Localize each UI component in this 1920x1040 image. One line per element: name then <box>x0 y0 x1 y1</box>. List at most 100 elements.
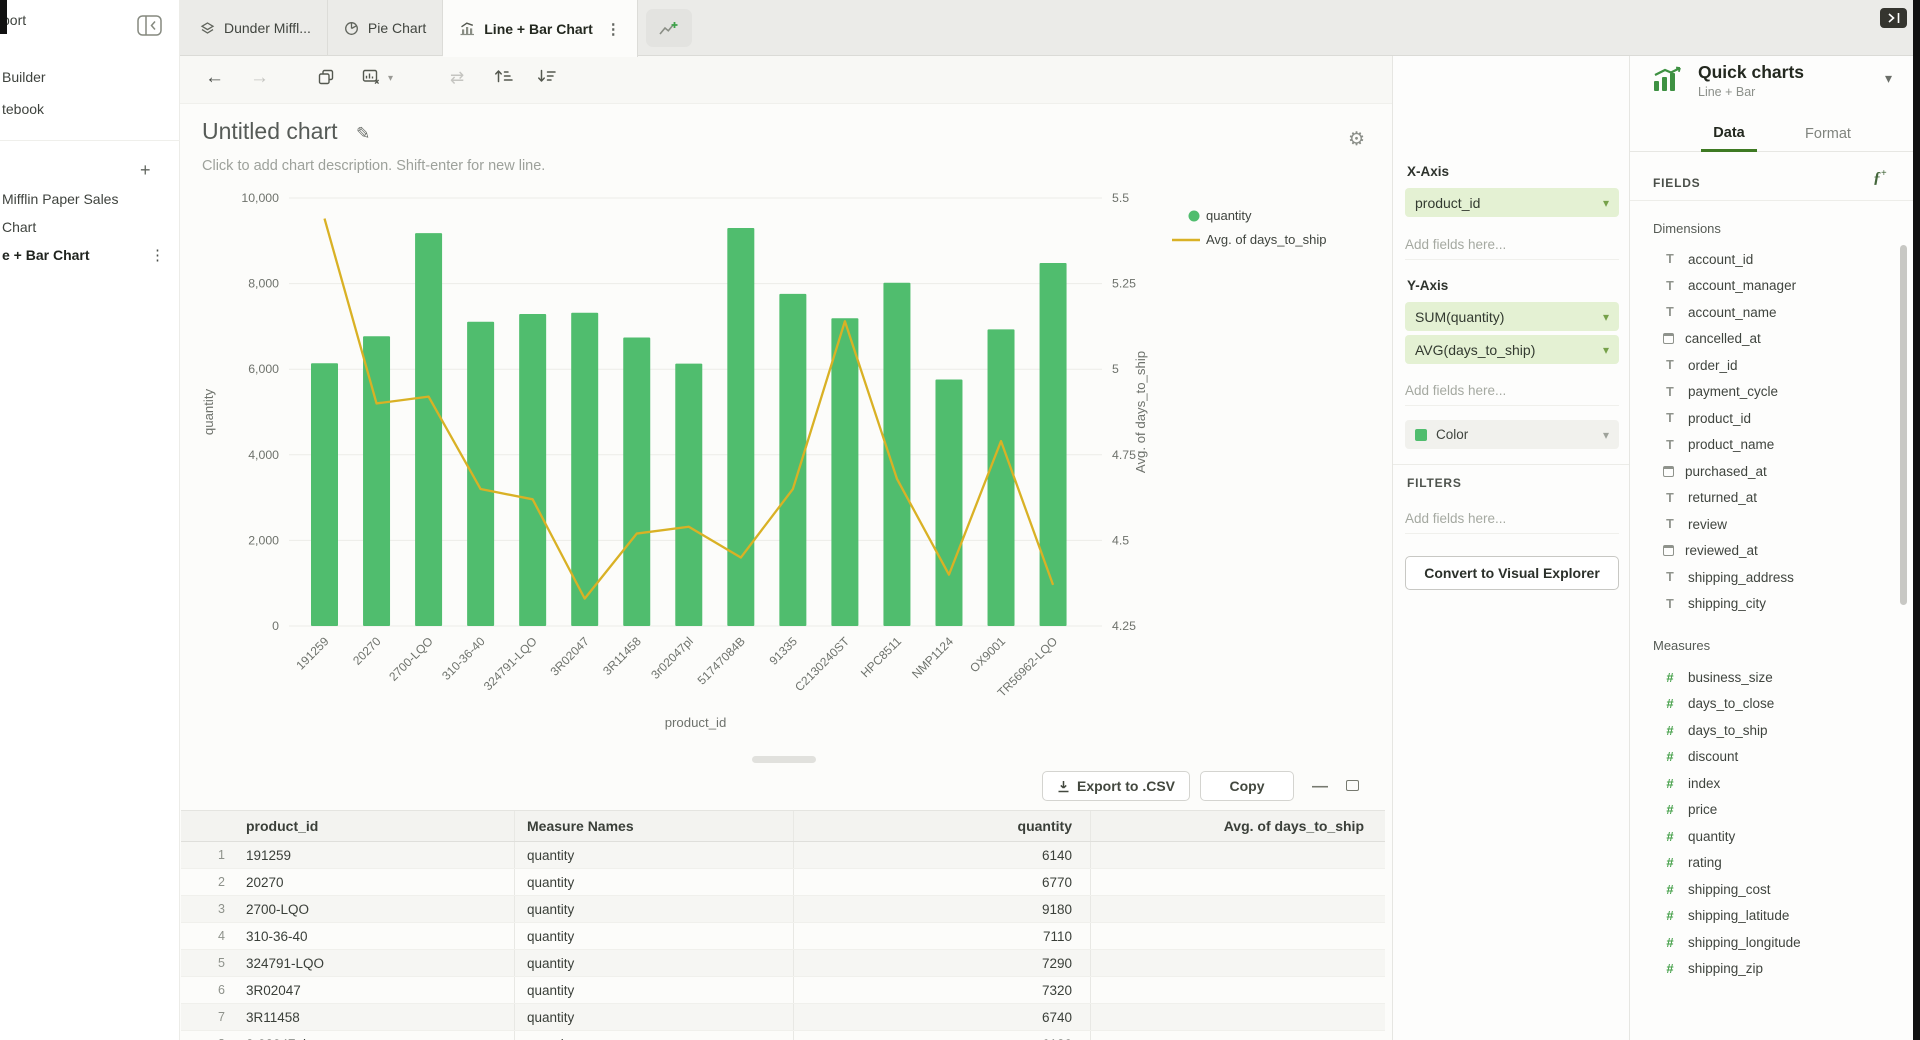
dimension-field[interactable]: shipping_city <box>1630 591 1900 618</box>
table-row[interactable]: 8 3r02047pl quantity 6130 <box>181 1031 1385 1040</box>
tab-line-bar-chart[interactable]: Line + Bar Chart ⋮ <box>443 0 638 57</box>
dimension-field[interactable]: payment_cycle <box>1630 379 1900 406</box>
sidebar-item-line-bar-chart[interactable]: e + Bar Chart <box>2 247 90 263</box>
tab-data[interactable]: Data <box>1701 116 1757 152</box>
dimension-field[interactable]: reviewed_at <box>1630 538 1900 565</box>
export-csv-button[interactable]: Export to .CSV <box>1042 771 1190 801</box>
measure-field[interactable]: discount <box>1630 744 1900 771</box>
dimension-field[interactable]: returned_at <box>1630 485 1900 512</box>
undo-button[interactable]: ← <box>205 66 224 90</box>
panel-scrollbar[interactable] <box>1900 245 1907 605</box>
measure-field[interactable]: price <box>1630 797 1900 824</box>
chart-type-chevron-icon[interactable]: ▾ <box>1885 70 1892 87</box>
bar <box>623 338 650 626</box>
tab-menu-icon[interactable]: ⋮ <box>606 20 621 38</box>
sort-descending-button[interactable] <box>537 68 557 84</box>
x-axis-field-pill[interactable]: product_id ▾ <box>1405 188 1619 217</box>
cell-measure-name: quantity <box>514 1031 793 1040</box>
table-row[interactable]: 3 2700-LQO quantity 9180 <box>181 896 1385 923</box>
chart-title[interactable]: Untitled chart <box>202 118 338 145</box>
copy-button[interactable]: Copy <box>1200 771 1294 801</box>
dimension-field[interactable]: account_name <box>1630 299 1900 326</box>
chart-options-chevron-icon[interactable]: ▾ <box>388 73 393 84</box>
col-quantity[interactable]: quantity <box>793 811 1090 841</box>
table-row[interactable]: 5 324791-LQO quantity 7290 <box>181 950 1385 977</box>
x-axis-tick: 51747084B <box>695 634 748 687</box>
field-type-icon <box>1663 935 1677 950</box>
collapse-table-icon[interactable]: — <box>1312 778 1327 796</box>
tab-format[interactable]: Format <box>1797 116 1859 152</box>
collapse-sidebar-button[interactable] <box>137 15 162 36</box>
measure-field[interactable]: days_to_close <box>1630 691 1900 718</box>
measure-field[interactable]: shipping_latitude <box>1630 903 1900 930</box>
field-name: shipping_zip <box>1688 961 1763 976</box>
y-axis-field-name: AVG(days_to_ship) <box>1415 342 1535 358</box>
dimension-field[interactable]: review <box>1630 511 1900 538</box>
field-name: days_to_ship <box>1688 723 1768 738</box>
table-row[interactable]: 7 3R11458 quantity 6740 <box>181 1004 1385 1031</box>
sidebar-item-builder[interactable]: Builder <box>2 69 46 85</box>
measure-field[interactable]: days_to_ship <box>1630 717 1900 744</box>
table-row[interactable]: 6 3R02047 quantity 7320 <box>181 977 1385 1004</box>
measure-field[interactable]: index <box>1630 770 1900 797</box>
chart-canvas[interactable]: 02,0004,0006,0008,00010,0004.254.54.7555… <box>196 183 1388 758</box>
edit-title-icon[interactable]: ✎ <box>356 124 370 144</box>
field-name: shipping_cost <box>1688 882 1771 897</box>
measure-field[interactable]: quantity <box>1630 823 1900 850</box>
dimension-field[interactable]: account_id <box>1630 246 1900 273</box>
measure-field[interactable]: shipping_longitude <box>1630 929 1900 956</box>
sidebar-item-notebook[interactable]: tebook <box>2 101 44 117</box>
collapse-right-panel-button[interactable] <box>1880 8 1907 28</box>
dimension-field[interactable]: cancelled_at <box>1630 326 1900 353</box>
col-product-id[interactable]: product_id <box>237 818 514 834</box>
duplicate-chart-button[interactable] <box>318 69 334 85</box>
convert-to-visual-explorer-button[interactable]: Convert to Visual Explorer <box>1405 556 1619 590</box>
x-axis-add-fields[interactable]: Add fields here... <box>1405 230 1619 260</box>
chart-description-placeholder[interactable]: Click to add chart description. Shift-en… <box>202 158 545 174</box>
dimension-field[interactable]: shipping_address <box>1630 564 1900 591</box>
y-axis-field-pill-sum-quantity[interactable]: SUM(quantity) ▾ <box>1405 302 1619 331</box>
table-row[interactable]: 2 20270 quantity 6770 <box>181 869 1385 896</box>
chart-settings-icon[interactable]: ⚙ <box>1348 128 1365 151</box>
measure-field[interactable]: shipping_zip <box>1630 956 1900 983</box>
col-avg-days-to-ship[interactable]: Avg. of days_to_ship <box>1090 811 1384 841</box>
dimension-field[interactable]: product_name <box>1630 432 1900 459</box>
measure-field[interactable]: business_size <box>1630 664 1900 691</box>
table-row[interactable]: 4 310-36-40 quantity 7110 <box>181 923 1385 950</box>
dimension-field[interactable]: purchased_at <box>1630 458 1900 485</box>
chevron-down-icon: ▾ <box>1603 196 1609 210</box>
dimension-field[interactable]: product_id <box>1630 405 1900 432</box>
field-type-icon <box>1663 491 1677 505</box>
add-report-item-button[interactable]: + <box>140 160 151 181</box>
tab-label: Line + Bar Chart <box>484 21 593 37</box>
filters-add-fields[interactable]: Add fields here... <box>1405 504 1619 534</box>
y-axis-field-pill-avg-days[interactable]: AVG(days_to_ship) ▾ <box>1405 335 1619 364</box>
color-selector[interactable]: Color ▾ <box>1405 420 1619 449</box>
expand-table-icon[interactable] <box>1346 780 1359 791</box>
tab-pie-chart[interactable]: Pie Chart <box>328 0 443 56</box>
measure-field[interactable]: rating <box>1630 850 1900 877</box>
tab-dunder-mifflin[interactable]: Dunder Miffl... <box>184 0 328 56</box>
bar <box>883 283 910 626</box>
left-axis-tick: 0 <box>272 619 279 633</box>
sidebar-item-chart[interactable]: Chart <box>2 219 36 235</box>
resize-drag-handle[interactable] <box>752 756 816 763</box>
dimension-field[interactable]: order_id <box>1630 352 1900 379</box>
field-name: payment_cycle <box>1688 384 1778 399</box>
add-formula-icon[interactable]: ƒ+ <box>1873 168 1887 187</box>
x-axis-tick: 3R02047 <box>547 634 592 679</box>
y-axis-add-fields[interactable]: Add fields here... <box>1405 376 1619 406</box>
dimension-field[interactable]: account_manager <box>1630 273 1900 300</box>
measure-field[interactable]: shipping_cost <box>1630 876 1900 903</box>
col-measure-names[interactable]: Measure Names <box>514 811 793 841</box>
sidebar-item-paper-sales[interactable]: Mifflin Paper Sales <box>2 191 118 207</box>
row-number: 2 <box>181 875 237 889</box>
delete-chart-button[interactable] <box>362 69 380 85</box>
cell-quantity: 6770 <box>793 869 1090 895</box>
cell-quantity: 9180 <box>793 896 1090 922</box>
sort-ascending-button[interactable] <box>494 68 514 84</box>
x-axis-tick: 91335 <box>766 634 800 668</box>
new-chart-tab-button[interactable] <box>646 9 692 47</box>
table-row[interactable]: 1 191259 quantity 6140 <box>181 842 1385 869</box>
sidebar-item-menu-icon[interactable]: ⋮ <box>150 246 165 264</box>
